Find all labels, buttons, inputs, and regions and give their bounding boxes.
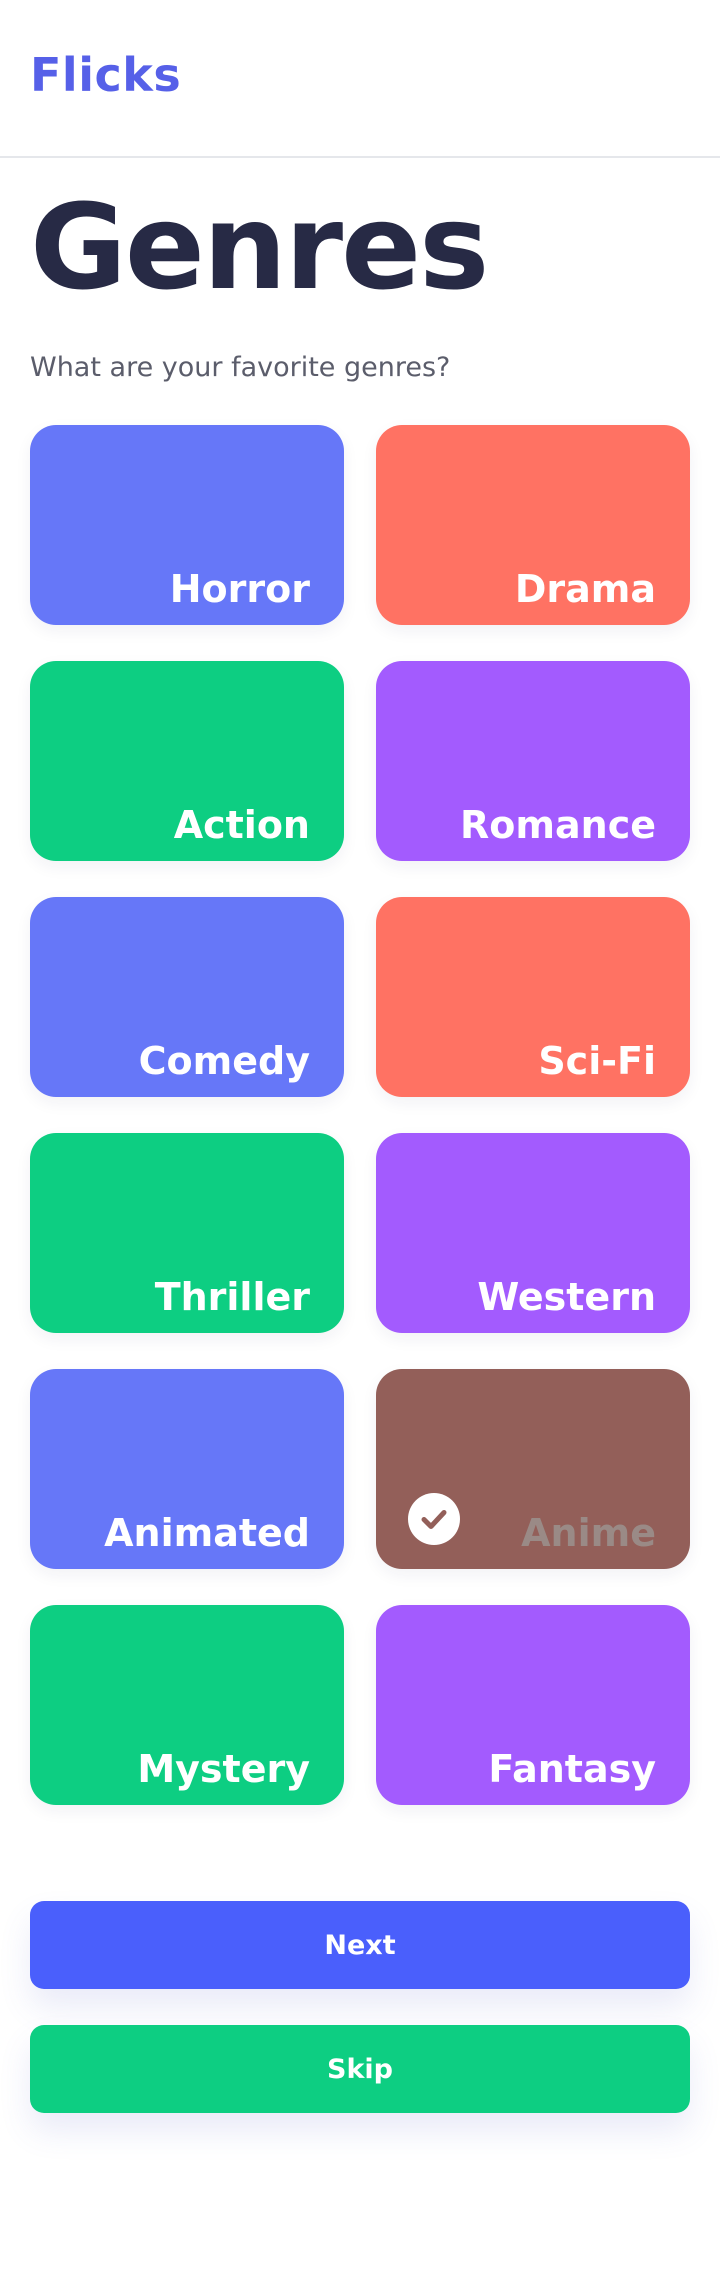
genre-card-comedy[interactable]: Comedy xyxy=(30,897,344,1097)
brand-logo[interactable]: Flicks xyxy=(30,48,181,102)
genre-card-western[interactable]: Western xyxy=(376,1133,690,1333)
genre-card-sci-fi[interactable]: Sci-Fi xyxy=(376,897,690,1097)
genre-card-horror[interactable]: Horror xyxy=(30,425,344,625)
genre-label: Romance xyxy=(460,803,656,847)
skip-button[interactable]: Skip xyxy=(30,2025,690,2113)
genre-label: Animated xyxy=(104,1511,310,1555)
app-header: Flicks xyxy=(0,0,720,158)
genre-label: Thriller xyxy=(154,1275,310,1319)
genre-label: Action xyxy=(173,803,310,847)
genre-card-fantasy[interactable]: Fantasy xyxy=(376,1605,690,1805)
genre-label: Sci-Fi xyxy=(538,1039,656,1083)
genre-card-drama[interactable]: Drama xyxy=(376,425,690,625)
genre-label: Fantasy xyxy=(488,1747,656,1791)
genre-card-mystery[interactable]: Mystery xyxy=(30,1605,344,1805)
page-subtitle: What are your favorite genres? xyxy=(30,352,451,383)
genre-label: Drama xyxy=(514,567,656,611)
genre-label: Comedy xyxy=(138,1039,310,1083)
genre-card-thriller[interactable]: Thriller xyxy=(30,1133,344,1333)
genre-card-action[interactable]: Action xyxy=(30,661,344,861)
genre-label: Anime xyxy=(521,1511,656,1555)
genre-card-animated[interactable]: Animated xyxy=(30,1369,344,1569)
check-circle-icon xyxy=(408,1493,460,1545)
genre-label: Western xyxy=(477,1275,656,1319)
genre-label: Mystery xyxy=(137,1747,310,1791)
page-title: Genres xyxy=(30,178,489,316)
genre-card-romance[interactable]: Romance xyxy=(376,661,690,861)
genre-card-anime[interactable]: Anime xyxy=(376,1369,690,1569)
genre-label: Horror xyxy=(169,567,310,611)
genre-grid: Horror Drama Action Romance Comedy Sci-F… xyxy=(30,425,690,1805)
next-button[interactable]: Next xyxy=(30,1901,690,1989)
